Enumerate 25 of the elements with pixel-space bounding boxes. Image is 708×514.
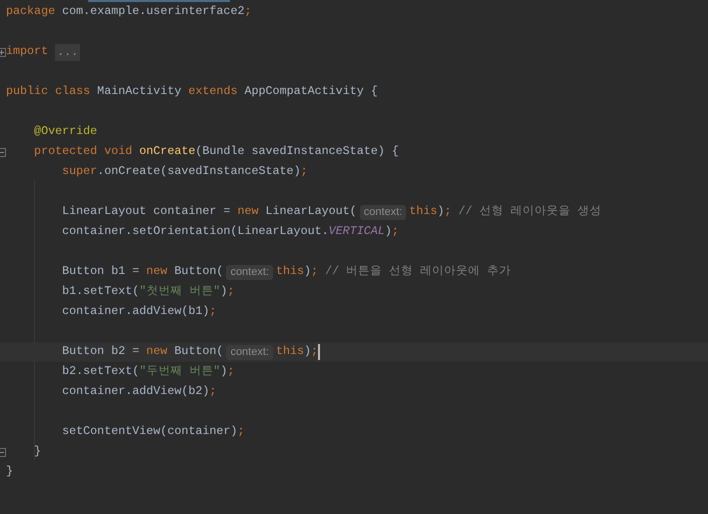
parameter-hint: context: xyxy=(226,264,273,280)
code-line: container.addView(b2); xyxy=(61,383,216,400)
code-line: @Override xyxy=(33,123,98,140)
code-line: protected void onCreate(Bundle savedInstanceState) { xyxy=(33,143,399,160)
code-text: Button b2 = new Button( xyxy=(61,343,224,360)
code-line: b2.setText("두번째 버튼"); xyxy=(61,363,234,380)
text-cursor xyxy=(318,344,320,360)
code-line: package com.example.userinterface2; xyxy=(6,3,252,20)
code-text: LinearLayout container = new LinearLayout( xyxy=(61,203,357,220)
code-text: import xyxy=(6,43,50,60)
code-line: super.onCreate(savedInstanceState); xyxy=(61,163,308,180)
code-text: this); // 버튼을 선형 레이아웃에 추가 xyxy=(276,263,512,280)
code-line: container.setOrientation(LinearLayout.VERTICAL); xyxy=(61,223,399,240)
code-line: } xyxy=(6,463,14,480)
code-line: } xyxy=(33,443,42,460)
code-line: b1.setText("첫번째 버튼"); xyxy=(61,283,234,300)
code-text: Button b1 = new Button( xyxy=(61,263,224,280)
code-text: this); // 선형 레이아웃을 생성 xyxy=(409,203,602,220)
parameter-hint: context: xyxy=(226,344,273,360)
folded-code[interactable]: ... xyxy=(55,44,80,60)
code-text: this); xyxy=(276,343,318,360)
code-line: container.addView(b1); xyxy=(61,303,216,320)
parameter-hint: context: xyxy=(360,204,406,220)
code-line: public class MainActivity extends AppCompatActivity { xyxy=(6,83,378,100)
code-line: setContentView(container); xyxy=(61,423,244,440)
